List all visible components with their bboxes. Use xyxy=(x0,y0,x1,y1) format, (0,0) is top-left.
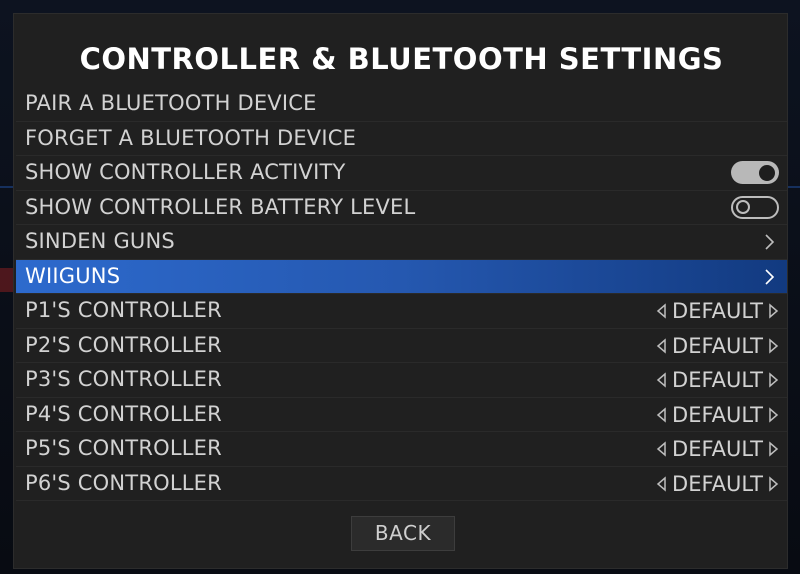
menu-item-forget-bluetooth[interactable]: FORGET A BLUETOOTH DEVICE xyxy=(16,122,787,156)
menu-item-label: PAIR A BLUETOOTH DEVICE xyxy=(25,91,317,115)
selector-value: DEFAULT xyxy=(672,368,763,392)
p1-controller-selector[interactable]: DEFAULT xyxy=(654,298,781,324)
selector-value: DEFAULT xyxy=(672,299,763,323)
battery-level-toggle[interactable] xyxy=(731,195,779,219)
chevron-right-icon xyxy=(761,268,777,286)
menu-item-pair-bluetooth[interactable]: PAIR A BLUETOOTH DEVICE xyxy=(16,87,787,122)
menu-item-wiiguns[interactable]: WIIGUNS xyxy=(16,259,787,294)
menu-item-label: P5'S CONTROLLER xyxy=(25,436,222,460)
menu-item-p4-controller[interactable]: P4'S CONTROLLER DEFAULT xyxy=(16,398,787,432)
selector-value: DEFAULT xyxy=(672,471,763,496)
menu-item-show-battery-level[interactable]: SHOW CONTROLLER BATTERY LEVEL xyxy=(16,191,787,225)
triangle-left-icon[interactable] xyxy=(654,440,668,458)
settings-dialog: CONTROLLER & BLUETOOTH SETTINGS PAIR A B… xyxy=(13,13,788,569)
triangle-left-icon[interactable] xyxy=(654,406,668,424)
toggle-knob xyxy=(759,164,775,181)
menu-item-p1-controller[interactable]: P1'S CONTROLLER DEFAULT xyxy=(16,294,787,329)
menu-item-label: P3'S CONTROLLER xyxy=(25,367,222,391)
triangle-right-icon[interactable] xyxy=(767,406,781,424)
menu-item-label: WIIGUNS xyxy=(25,263,121,288)
menu-item-label: P1'S CONTROLLER xyxy=(25,298,222,322)
menu-item-sinden-guns[interactable]: SINDEN GUNS xyxy=(16,225,787,260)
triangle-right-icon[interactable] xyxy=(767,371,781,389)
menu-item-label: SHOW CONTROLLER ACTIVITY xyxy=(25,160,346,184)
menu-item-label: SHOW CONTROLLER BATTERY LEVEL xyxy=(25,194,416,219)
chevron-right-icon xyxy=(761,233,777,251)
dialog-title: CONTROLLER & BLUETOOTH SETTINGS xyxy=(79,42,724,76)
menu-item-label: P6'S CONTROLLER xyxy=(25,470,222,495)
back-button[interactable]: BACK xyxy=(351,516,455,551)
menu-item-label: P4'S CONTROLLER xyxy=(25,401,222,426)
triangle-right-icon[interactable] xyxy=(767,440,781,458)
triangle-left-icon[interactable] xyxy=(654,475,668,493)
menu-item-p5-controller[interactable]: P5'S CONTROLLER DEFAULT xyxy=(16,432,787,467)
triangle-right-icon[interactable] xyxy=(767,475,781,493)
background-accent-shape xyxy=(0,268,14,292)
selector-value: DEFAULT xyxy=(672,333,763,358)
p5-controller-selector[interactable]: DEFAULT xyxy=(654,436,781,462)
menu-item-p3-controller[interactable]: P3'S CONTROLLER DEFAULT xyxy=(16,363,787,398)
triangle-left-icon[interactable] xyxy=(654,371,668,389)
p4-controller-selector[interactable]: DEFAULT xyxy=(654,402,781,428)
p3-controller-selector[interactable]: DEFAULT xyxy=(654,367,781,393)
menu-item-label: P2'S CONTROLLER xyxy=(25,332,222,357)
controller-activity-toggle[interactable] xyxy=(731,161,779,184)
p2-controller-selector[interactable]: DEFAULT xyxy=(654,333,781,359)
triangle-left-icon[interactable] xyxy=(654,337,668,355)
p6-controller-selector[interactable]: DEFAULT xyxy=(654,471,781,497)
triangle-right-icon[interactable] xyxy=(767,302,781,320)
menu-item-show-controller-activity[interactable]: SHOW CONTROLLER ACTIVITY xyxy=(16,156,787,191)
menu-item-p6-controller[interactable]: P6'S CONTROLLER DEFAULT xyxy=(16,467,787,501)
triangle-right-icon[interactable] xyxy=(767,337,781,355)
settings-menu: PAIR A BLUETOOTH DEVICE FORGET A BLUETOO… xyxy=(16,87,787,501)
menu-item-label: FORGET A BLUETOOTH DEVICE xyxy=(25,125,357,150)
selector-value: DEFAULT xyxy=(672,437,763,461)
menu-item-label: SINDEN GUNS xyxy=(25,229,175,253)
menu-item-p2-controller[interactable]: P2'S CONTROLLER DEFAULT xyxy=(16,329,787,363)
selector-value: DEFAULT xyxy=(672,402,763,427)
triangle-left-icon[interactable] xyxy=(654,302,668,320)
toggle-knob xyxy=(736,200,750,214)
